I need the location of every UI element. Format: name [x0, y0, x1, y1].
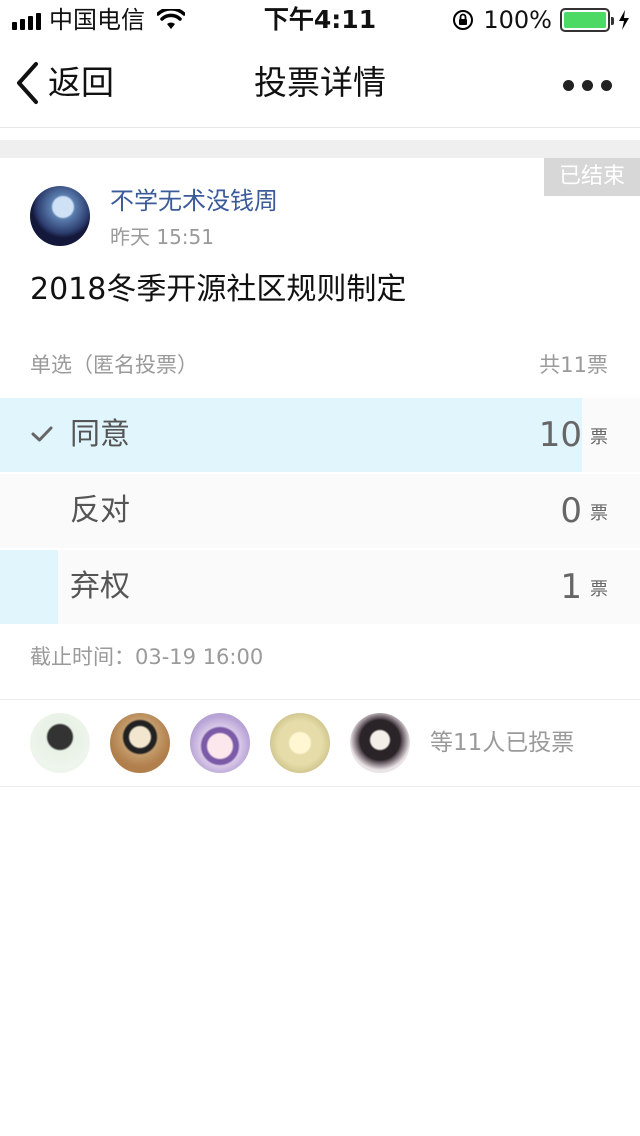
check-icon: [31, 426, 53, 442]
option-label: 同意: [70, 417, 130, 452]
status-badge: 已结束: [540, 158, 640, 196]
voter-avatar[interactable]: [190, 713, 250, 773]
page-title: 投票详情: [254, 63, 386, 102]
option-count: 1: [560, 567, 582, 607]
author-avatar[interactable]: [30, 186, 90, 246]
poll-type: 单选（匿名投票）: [30, 353, 198, 377]
more-button[interactable]: [563, 72, 612, 99]
voters-summary: 等11人已投票: [430, 730, 575, 756]
poll-option-abstain[interactable]: 弃权 1 票: [0, 550, 640, 624]
charging-icon: [619, 10, 629, 30]
poll-total: 共11票: [539, 353, 608, 377]
voter-avatar[interactable]: [110, 713, 170, 773]
divider: [0, 786, 640, 787]
battery-level: [564, 12, 606, 28]
option-count: 10: [538, 415, 582, 455]
option-unit: 票: [590, 427, 608, 448]
poll-option-oppose[interactable]: 反对 0 票: [0, 474, 640, 548]
option-label: 弃权: [70, 569, 130, 604]
battery-percent: 100%: [483, 6, 552, 34]
voters-row[interactable]: 等11人已投票: [0, 700, 640, 786]
option-unit: 票: [590, 503, 608, 524]
battery-icon: [560, 8, 614, 32]
option-unit: 票: [590, 579, 608, 600]
option-count: 0: [560, 491, 582, 531]
status-right: 100%: [451, 6, 630, 34]
poll-option-agree[interactable]: 同意 10 票: [0, 398, 640, 472]
poll-title: 2018冬季开源社区规则制定: [30, 272, 407, 307]
status-bar: 中国电信 下午4:11 100%: [0, 0, 640, 40]
voter-avatar[interactable]: [30, 713, 90, 773]
orientation-lock-icon: [453, 10, 474, 30]
voter-avatar[interactable]: [350, 713, 410, 773]
author-name[interactable]: 不学无术没钱周: [110, 184, 278, 218]
voter-avatar[interactable]: [270, 713, 330, 773]
nav-bar: 返回 投票详情: [0, 40, 640, 128]
more-dots-icon: [563, 80, 574, 91]
section-gap: [0, 140, 640, 158]
option-label: 反对: [70, 493, 130, 528]
post-time: 昨天 15:51: [110, 225, 214, 249]
deadline: 截止时间：03-19 16:00: [30, 645, 264, 669]
option-progress-bar: [0, 550, 59, 624]
